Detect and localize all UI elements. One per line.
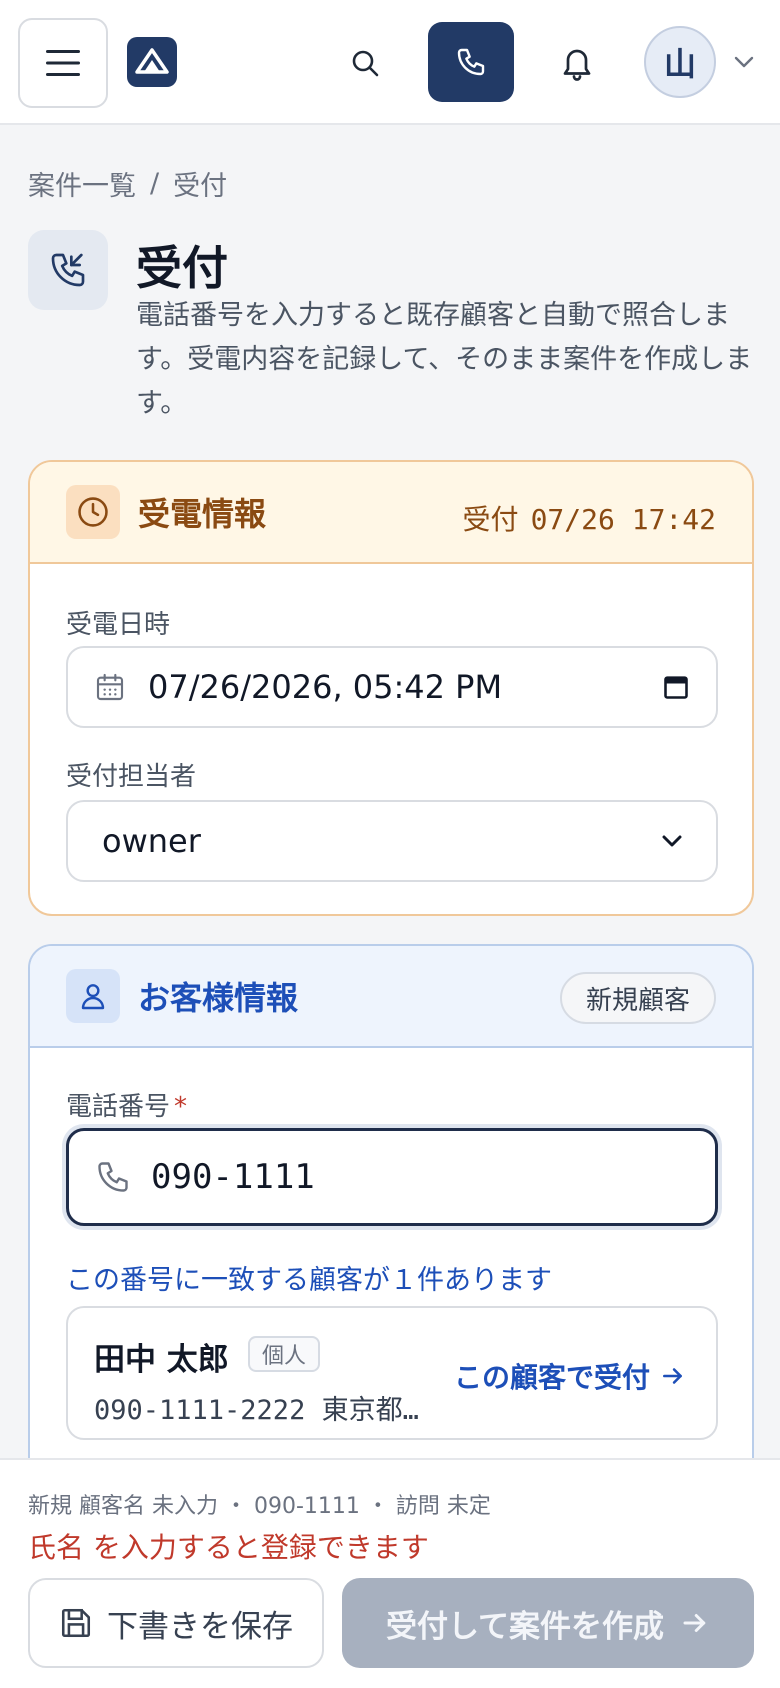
save-icon <box>61 1608 91 1638</box>
summary-line: 新規 顧客名 未入力 ・ 090-1111 ・ 訪問 未定 <box>28 1494 491 1519</box>
select-customer-label: この顧客で受付 <box>453 1361 650 1394</box>
receive-info-header: 受電情報 受付 07/26 17:42 <box>30 462 752 564</box>
phone-number-value: 090-1111 <box>151 1157 315 1197</box>
matched-customer-card[interactable]: 田中 太郎 個人 090-1111-2222 東京都… この顧客で受付 <box>66 1306 718 1440</box>
chevron-down-icon <box>662 835 682 847</box>
match-note: この番号に一致する顧客が１件あります <box>66 1265 552 1296</box>
user-icon-badge <box>66 969 120 1023</box>
breadcrumb-separator: / <box>150 168 160 199</box>
receive-stamp-label: 受付 <box>462 503 519 536</box>
bell-icon <box>563 49 591 81</box>
search-icon <box>352 50 379 77</box>
clock-icon <box>78 497 108 527</box>
received-datetime-value: 07/26/2026, 05:42 PM <box>148 668 503 706</box>
bottom-action-bar: 新規 顧客名 未入力 ・ 090-1111 ・ 訪問 未定 氏名 を入力すると登… <box>0 1458 780 1688</box>
required-mark: * <box>174 1092 188 1122</box>
phone-icon <box>98 1162 128 1192</box>
account-menu-toggle[interactable] <box>730 48 758 76</box>
receive-timestamp: 受付 07/26 17:42 <box>463 498 716 538</box>
validation-warning: 氏名 を入力すると登録できます <box>28 1531 429 1564</box>
receiving-staff-select[interactable]: owner <box>66 800 718 882</box>
matched-customer-detail: 090-1111-2222 東京都… <box>94 1395 419 1426</box>
create-case-button[interactable]: 受付して案件を作成 <box>342 1578 754 1668</box>
receive-stamp-value: 07/26 17:42 <box>530 503 716 536</box>
customer-type-badge: 個人 <box>248 1336 321 1372</box>
page-description: 電話番号を入力すると既存顧客と自動で照合します。受電内容を記録して、そのまま案件… <box>136 300 753 419</box>
page-title: 受付 <box>136 241 228 295</box>
notifications-button[interactable] <box>550 36 604 90</box>
logo-icon <box>135 48 169 74</box>
search-button[interactable] <box>340 38 390 88</box>
breadcrumb-current: 受付 <box>173 171 228 202</box>
phone-number-label-text: 電話番号 <box>66 1092 171 1122</box>
create-case-label: 受付して案件を作成 <box>385 1608 665 1645</box>
top-bar: 山 <box>0 0 780 125</box>
phone-incoming-icon <box>51 253 85 287</box>
menu-button[interactable] <box>18 18 108 108</box>
phone-number-label: 電話番号 * <box>66 1086 187 1123</box>
chevron-down-icon <box>734 56 754 68</box>
customer-info-title: お客様情報 <box>138 979 299 1017</box>
call-button[interactable] <box>428 22 514 102</box>
logo[interactable] <box>127 37 177 87</box>
arrow-right-icon <box>663 1368 682 1384</box>
calendar-icon <box>96 673 124 701</box>
clock-icon-badge <box>66 485 120 539</box>
select-customer-button[interactable]: この顧客で受付 <box>454 1356 686 1396</box>
matched-customer-name: 田中 太郎 <box>94 1342 229 1378</box>
receiving-staff-value: owner <box>102 822 201 860</box>
avatar[interactable]: 山 <box>644 26 716 98</box>
save-draft-button[interactable]: 下書きを保存 <box>28 1578 324 1668</box>
phone-icon <box>457 48 485 76</box>
phone-number-input[interactable]: 090-1111 <box>66 1128 718 1226</box>
customer-info-card: お客様情報 新規顧客 電話番号 * 090-1111 この番号に一致する顧客が１件… <box>28 944 754 1504</box>
page-icon <box>28 230 108 310</box>
receive-info-title: 受電情報 <box>138 495 267 533</box>
customer-status-badge: 新規顧客 <box>559 972 716 1024</box>
arrow-right-icon <box>683 1614 706 1632</box>
received-datetime-label: 受電日時 <box>66 610 171 640</box>
customer-info-header: お客様情報 新規顧客 <box>30 946 752 1048</box>
menu-icon <box>46 50 80 76</box>
calendar-picker-icon[interactable] <box>662 673 690 701</box>
breadcrumb-parent-link[interactable]: 案件一覧 <box>28 164 136 203</box>
receive-info-card: 受電情報 受付 07/26 17:42 受電日時 07/26/2026, 05:… <box>28 460 754 916</box>
user-icon <box>81 984 105 1010</box>
received-datetime-input[interactable]: 07/26/2026, 05:42 PM <box>66 646 718 728</box>
breadcrumb: 案件一覧 / 受付 <box>28 164 227 203</box>
save-draft-label: 下書きを保存 <box>107 1608 293 1645</box>
receiving-staff-label: 受付担当者 <box>66 762 197 792</box>
